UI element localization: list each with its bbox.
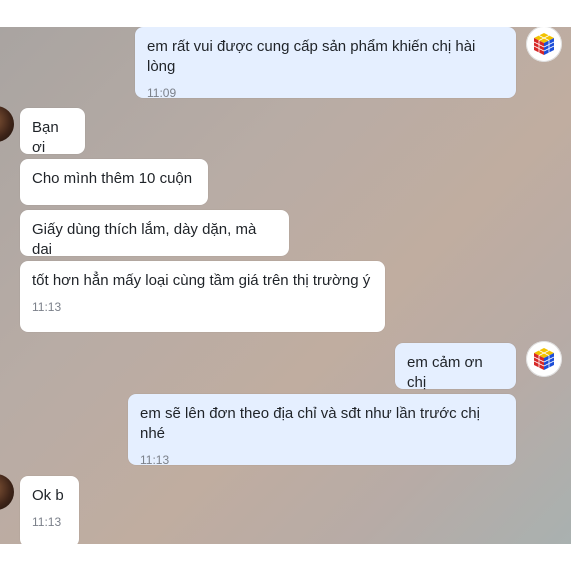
message-bubble-received[interactable]: Bạn ơi — [20, 108, 85, 156]
message-bubble-received[interactable]: Giấy dùng thích lắm, dày dặn, mà dai — [20, 210, 289, 258]
message-text: em sẽ lên đơn theo địa chỉ và sđt như lầ… — [140, 405, 480, 442]
message-text: tốt hơn hẳn mấy loại cùng tầm giá trên t… — [32, 272, 371, 289]
message-bubble-sent[interactable]: em sẽ lên đơn theo địa chỉ và sđt như lầ… — [128, 394, 516, 467]
contact-avatar[interactable] — [0, 106, 14, 142]
message-bubble-received[interactable]: Cho mình thêm 10 cuộn — [20, 159, 208, 205]
message-time: 11:13 — [32, 515, 62, 529]
message-bubble-received[interactable]: tốt hơn hẳn mấy loại cùng tầm giá trên t… — [20, 261, 385, 332]
message-time: 11:09 — [147, 86, 177, 100]
message-text: em cảm ơn chị — [407, 354, 483, 391]
message-text: Ok b — [32, 487, 64, 504]
rubiks-cube-avatar[interactable] — [526, 341, 562, 377]
message-time: 11:13 — [140, 453, 170, 467]
rubiks-cube-icon — [526, 27, 562, 62]
message-bubble-sent[interactable]: em cảm ơn chị — [395, 343, 516, 391]
message-text: em rất vui được cung cấp sản phẩm khiến … — [147, 38, 476, 75]
contact-avatar[interactable] — [0, 474, 14, 510]
chat-area[interactable]: em rất vui được cung cấp sản phẩm khiến … — [0, 27, 571, 544]
message-text: Cho mình thêm 10 cuộn — [32, 170, 193, 187]
rubiks-cube-icon — [526, 341, 562, 377]
message-bubble-sent[interactable]: em rất vui được cung cấp sản phẩm khiến … — [135, 27, 516, 100]
message-text: Giấy dùng thích lắm, dày dặn, mà dai — [32, 221, 257, 258]
message-time: 11:13 — [32, 300, 62, 314]
rubiks-cube-avatar[interactable] — [526, 27, 562, 62]
message-bubble-received[interactable]: Ok b 11:13 — [20, 476, 79, 544]
message-text: Bạn ơi — [32, 119, 59, 156]
